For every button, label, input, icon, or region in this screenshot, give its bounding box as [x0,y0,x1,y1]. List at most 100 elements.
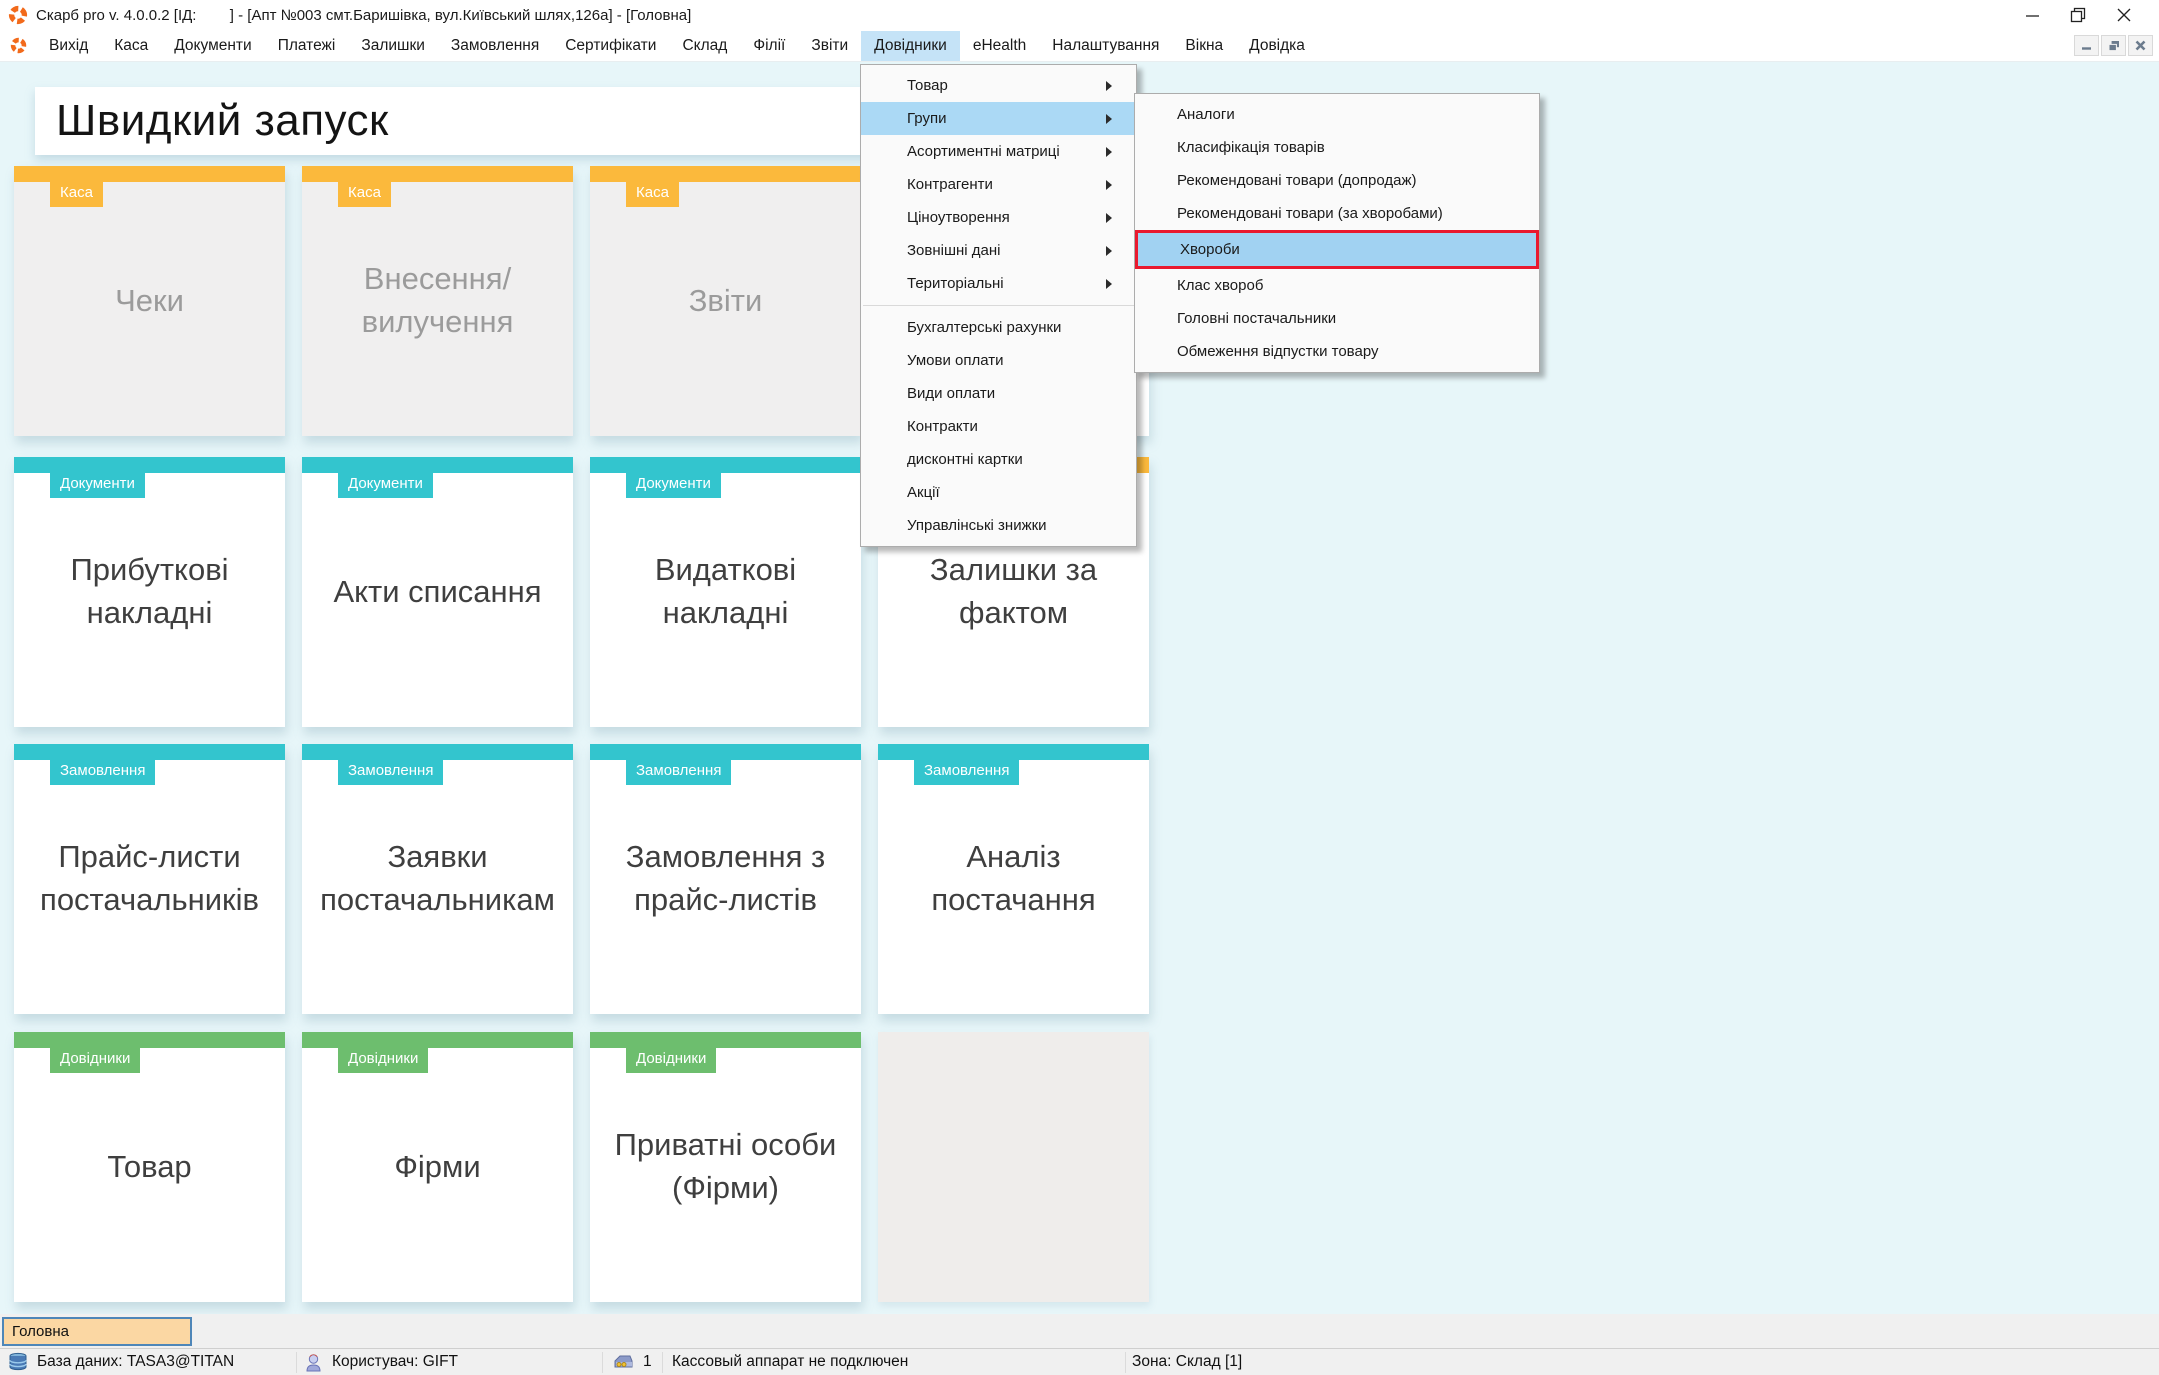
menu-item-label: Територіальні [907,275,1004,292]
tile-label: Приватні особи (Фірми) [590,1032,861,1302]
tile-прибуткові-накладні[interactable]: ДокументиПрибуткові накладні [14,457,285,727]
mdi-child-icon [10,37,27,54]
submenu-item-рекомендовані-товари-(за-хворобами)[interactable]: Рекомендовані товари (за хворобами) [1135,197,1539,230]
statusbar-section-4: Зона: Склад [1] [1132,1349,1242,1375]
menubar-item-замовлення[interactable]: Замовлення [438,31,552,61]
menubar-item-вікна[interactable]: Вікна [1172,31,1236,61]
statusbar-text: Користувач: GIFT [332,1353,458,1371]
tile-label: Фірми [302,1032,573,1302]
statusbar-section-3: Кассовый аппарат не подключен [672,1349,908,1375]
window-minimize-button[interactable] [2009,0,2055,30]
menu-item-бухгалтерські-рахунки[interactable]: Бухгалтерські рахунки [861,311,1136,344]
menu-item-територіальні[interactable]: Територіальні [861,267,1136,300]
tile-акти-списання[interactable]: ДокументиАкти списання [302,457,573,727]
window-restore-button[interactable] [2055,0,2101,30]
menu-item-контрагенти[interactable]: Контрагенти [861,168,1136,201]
menubar-item-платежі[interactable]: Платежі [265,31,349,61]
submenu-arrow-icon [1106,279,1112,289]
menu-separator [863,305,1134,306]
menubar-item-звіти[interactable]: Звіти [798,31,861,61]
menu-item-види-оплати[interactable]: Види оплати [861,377,1136,410]
tile-прайс-листи-постачальників[interactable]: ЗамовленняПрайс-листи постачальників [14,744,285,1014]
menu-item-управлінські-знижки[interactable]: Управлінські знижки [861,509,1136,542]
submenu-item-хвороби[interactable]: Хвороби [1135,230,1539,269]
mdi-minimize-button[interactable] [2074,35,2099,56]
submenu-item-класифікація-товарів[interactable]: Класифікація товарів [1135,131,1539,164]
menu-item-label: Контракти [907,418,978,435]
tile-звіти[interactable]: КасаЗвіти [590,166,861,436]
menubar-item-документи[interactable]: Документи [161,31,264,61]
tile-внесення/вилучення[interactable]: КасаВнесення/вилучення [302,166,573,436]
submenu-item-рекомендовані-товари-(допродаж)[interactable]: Рекомендовані товари (допродаж) [1135,164,1539,197]
menu-item-label: Обмеження відпустки товару [1177,343,1379,360]
menubar-item-довідка[interactable]: Довідка [1236,31,1318,61]
menu-item-акції[interactable]: Акції [861,476,1136,509]
submenu-item-клас-хвороб[interactable]: Клас хвороб [1135,269,1539,302]
menubar-item-залишки[interactable]: Залишки [348,31,438,61]
menu-item-label: Класифікація товарів [1177,139,1325,156]
menubar-item-філії[interactable]: Філії [740,31,798,61]
tile-заявки-постачальникам[interactable]: ЗамовленняЗаявки постачальникам [302,744,573,1014]
menu-item-умови-оплати[interactable]: Умови оплати [861,344,1136,377]
grupy-submenu: Аналоги Класифікація товарів Рекомендовані… [1134,93,1540,373]
tile-товар[interactable]: ДовідникиТовар [14,1032,285,1302]
menu-item-асортиментні-матриці[interactable]: Асортиментні матриці [861,135,1136,168]
statusbar-section-1: Користувач: GIFT [304,1349,458,1375]
submenu-item-аналоги[interactable]: Аналоги [1135,98,1539,131]
dovidnyky-dropdown-menu: ТоварГрупи Асортиментні матриці Контрагент… [860,64,1137,547]
tile-label: Товар [14,1032,285,1302]
statusbar-section-0: База даних: TASA3@TITAN [8,1349,234,1375]
statusbar-separator [602,1352,603,1373]
database-icon [8,1352,28,1372]
statusbar-text: 1 [643,1353,652,1371]
menubar-item-налаштування[interactable]: Налаштування [1039,31,1172,61]
submenu-arrow-icon [1106,180,1112,190]
mdi-restore-button[interactable] [2101,35,2126,56]
menubar-item-сертифікати[interactable]: Сертифікати [552,31,669,61]
submenu-item-головні-постачальники[interactable]: Головні постачальники [1135,302,1539,335]
statusbar-separator [1125,1352,1126,1373]
tile-видаткові-накладні[interactable]: ДокументиВидаткові накладні [590,457,861,727]
tile-аналіз-постачання[interactable]: ЗамовленняАналіз постачання [878,744,1149,1014]
submenu-item-обмеження-відпустки-товару[interactable]: Обмеження відпустки товару [1135,335,1539,368]
tile-фірми[interactable]: ДовідникиФірми [302,1032,573,1302]
tile-замовлення-з-прайс-листів[interactable]: ЗамовленняЗамовлення з прайс-листів [590,744,861,1014]
user-icon [304,1352,323,1372]
tile-чеки[interactable]: КасаЧеки [14,166,285,436]
menu-item-label: Асортиментні матриці [907,143,1060,160]
menu-item-label: Клас хвороб [1177,277,1263,294]
menubar-item-вихід[interactable]: Вихід [36,31,101,61]
tile-приватні-особи-(фірми)[interactable]: ДовідникиПриватні особи (Фірми) [590,1032,861,1302]
tile-label: Видаткові накладні [590,457,861,727]
menu-item-зовнішні-дані[interactable]: Зовнішні дані [861,234,1136,267]
quick-launch-header: Швидкий запуск [35,87,907,155]
submenu-arrow-icon [1106,147,1112,157]
window-titlebar: Скарб pro v. 4.0.0.2 [ІД: ] - [Апт №003 … [0,0,2159,30]
submenu-arrow-icon [1106,246,1112,256]
menubar-item-склад[interactable]: Склад [669,31,740,61]
menubar-item-каса[interactable]: Каса [101,31,161,61]
menu-item-label: Ціноутворення [907,209,1010,226]
mdi-window-buttons [2074,35,2153,56]
tab-holovna[interactable]: Головна [2,1317,192,1346]
menu-item-групи[interactable]: Групи [861,102,1136,135]
tile-label: Прайс-листи постачальників [14,744,285,1014]
tile-label: Замовлення з прайс-листів [590,744,861,1014]
submenu-arrow-icon [1106,114,1112,124]
mdi-close-button[interactable] [2128,35,2153,56]
tile-label: Звіти [590,166,861,436]
menu-item-label: Бухгалтерські рахунки [907,319,1061,336]
menu-item-товар[interactable]: Товар [861,69,1136,102]
menu-item-дисконтні-картки[interactable]: дисконтні картки [861,443,1136,476]
cash-register-icon [612,1353,634,1371]
window-close-button[interactable] [2101,0,2147,30]
tile-label: Аналіз постачання [878,744,1149,1014]
menu-item-label: Зовнішні дані [907,242,1001,259]
menu-item-ціноутворення[interactable]: Ціноутворення [861,201,1136,234]
menubar-item-довідники[interactable]: Довідники [861,31,960,61]
menubar-item-ehealth[interactable]: eHealth [960,31,1039,61]
menubar: ВихідКасаДокументиПлатежіЗалишкиЗамовлен… [0,30,2159,62]
menu-item-label: Види оплати [907,385,995,402]
menu-item-контракти[interactable]: Контракти [861,410,1136,443]
page-title: Швидкий запуск [56,96,389,146]
